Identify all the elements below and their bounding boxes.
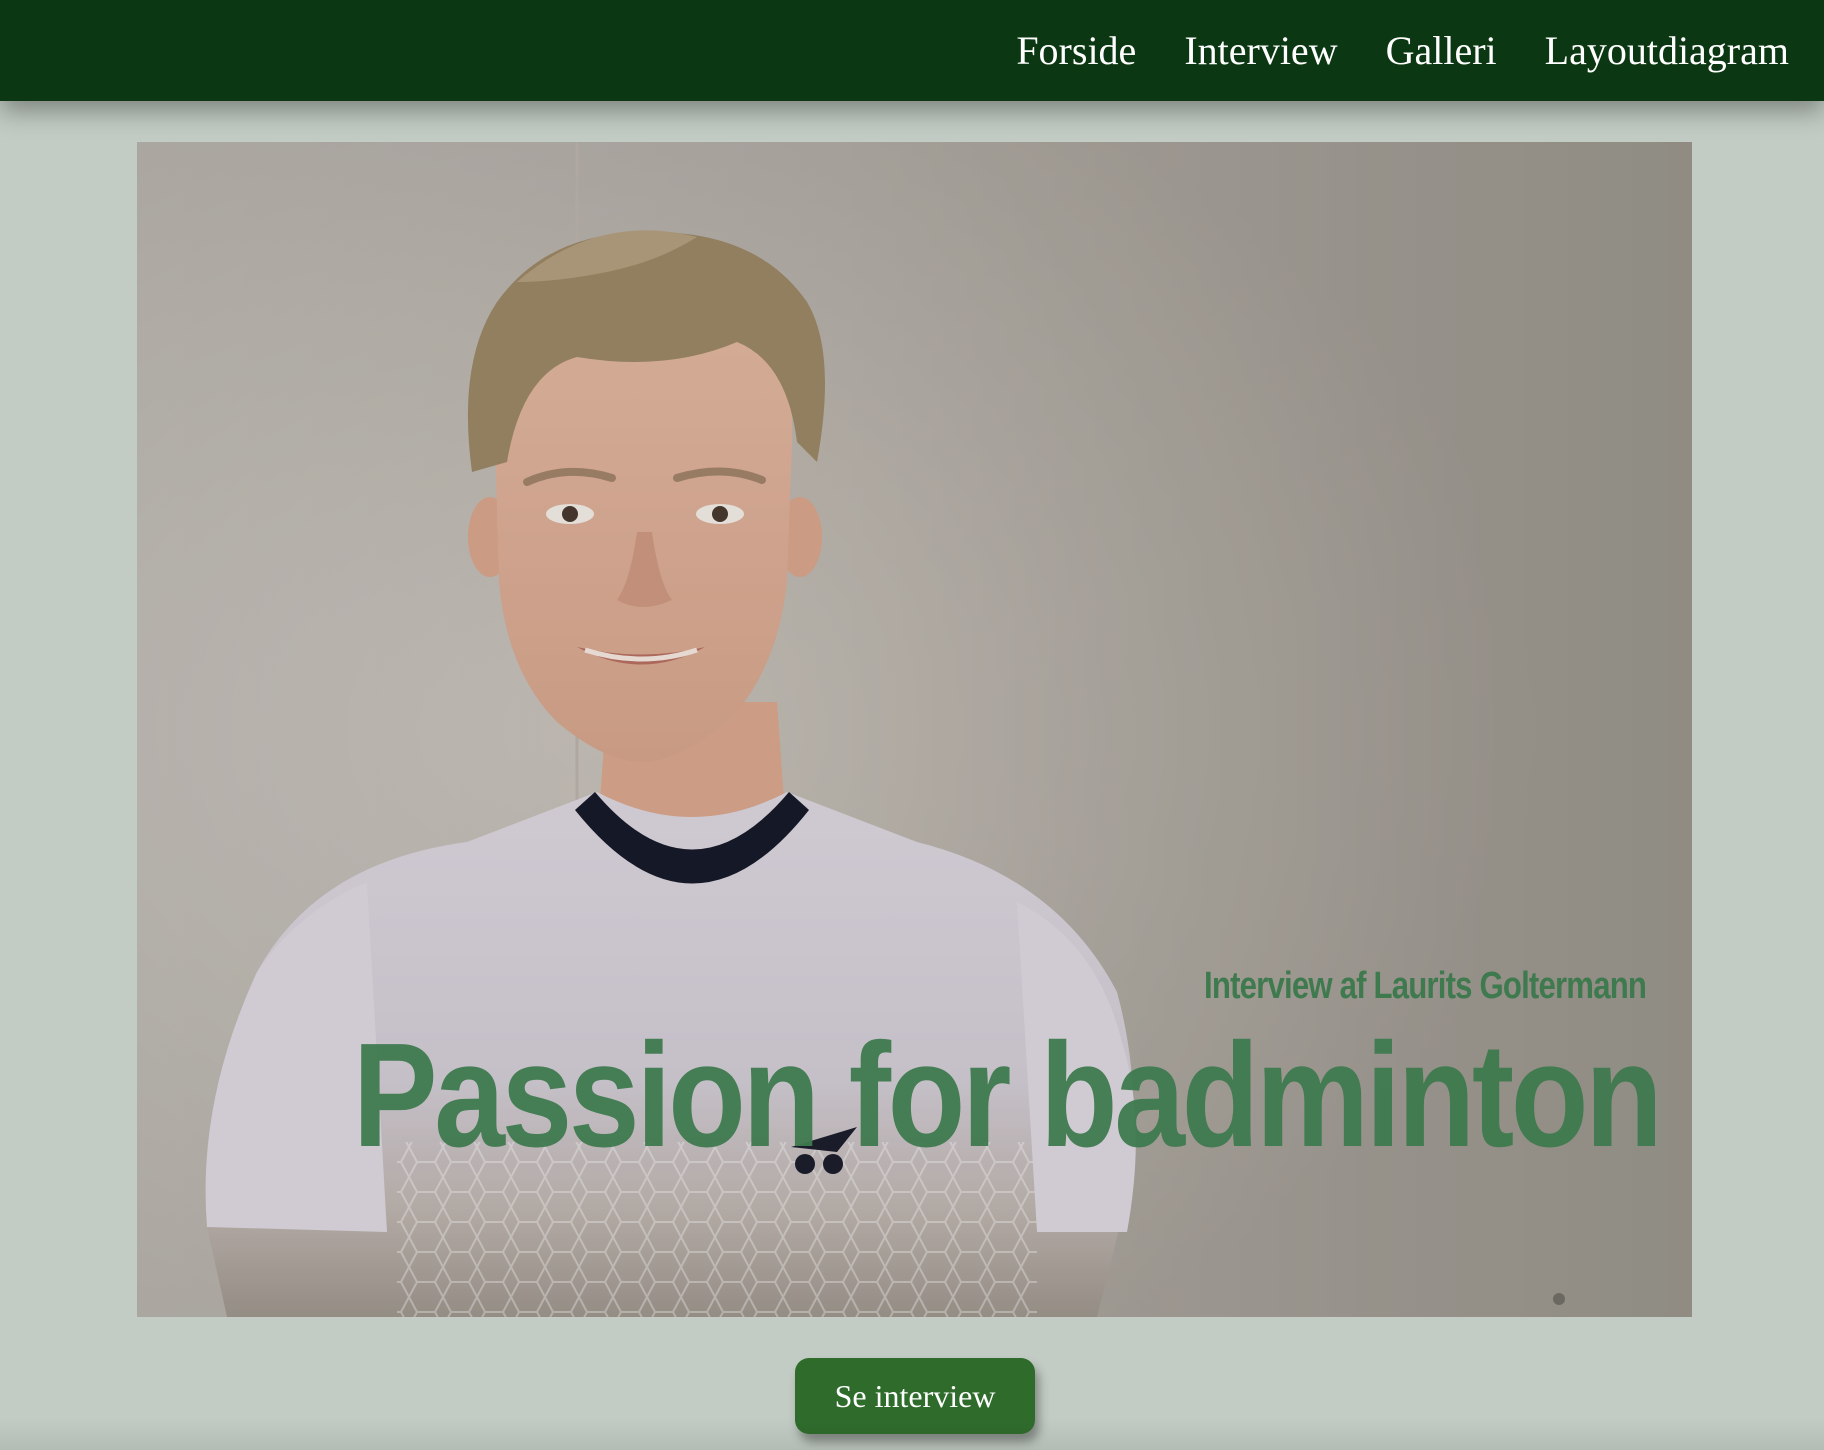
top-navigation: Forside Interview Galleri Layoutdiagram (0, 0, 1824, 101)
hero-section: Interview af Laurits Goltermann Passion … (137, 142, 1692, 1317)
hero-title: Passion for badminton (352, 1013, 1662, 1178)
nav-item-forside: Forside (1016, 28, 1136, 73)
nav-link-forside[interactable]: Forside (1016, 28, 1136, 73)
nav-item-interview: Interview (1184, 28, 1337, 73)
nav-link-layoutdiagram[interactable]: Layoutdiagram (1545, 28, 1789, 73)
nav-link-interview[interactable]: Interview (1184, 28, 1337, 73)
nav-list: Forside Interview Galleri Layoutdiagram (968, 0, 1789, 101)
nav-item-galleri: Galleri (1386, 28, 1497, 73)
bottom-shadow (0, 1418, 1824, 1450)
nav-item-layoutdiagram: Layoutdiagram (1545, 28, 1789, 73)
hero-subtitle: Interview af Laurits Goltermann (1203, 965, 1647, 1007)
nav-link-galleri[interactable]: Galleri (1386, 28, 1497, 73)
